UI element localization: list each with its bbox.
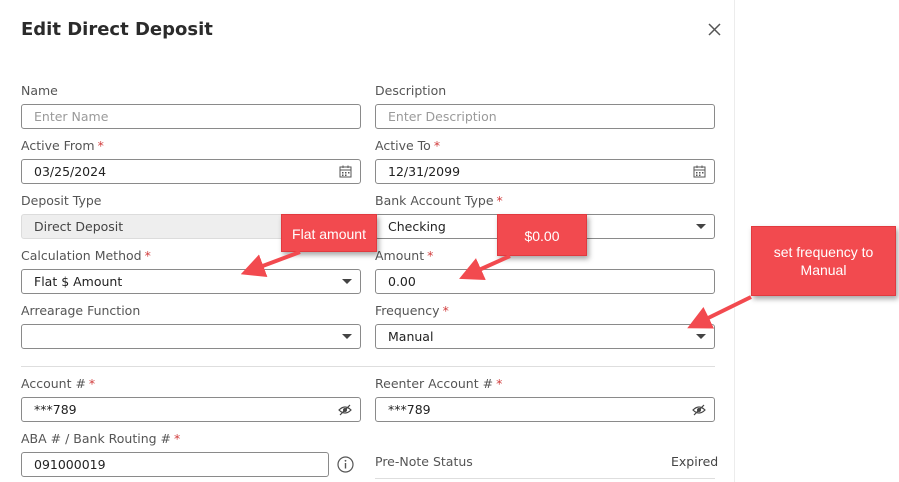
active-from-label: Active From * <box>21 138 104 153</box>
chevron-down-icon[interactable] <box>342 270 352 293</box>
description-input[interactable]: Enter Description <box>375 104 715 129</box>
calendar-icon[interactable] <box>339 160 352 183</box>
aba-routing-input[interactable]: 091000019 <box>21 452 329 477</box>
active-from-value: 03/25/2024 <box>34 164 107 179</box>
pre-note-status-label: Pre-Note Status <box>375 454 473 469</box>
annotation-frequency: set frequency to Manual <box>751 226 896 296</box>
pre-note-status-underline <box>375 478 715 479</box>
active-to-date-input[interactable]: 12/31/2099 <box>375 159 715 184</box>
dialog-title: Edit Direct Deposit <box>21 19 213 40</box>
reenter-account-number-label: Reenter Account # * <box>375 376 503 391</box>
aba-routing-label: ABA # / Bank Routing # * <box>21 431 181 446</box>
description-label: Description <box>375 83 447 98</box>
pre-note-status-value: Expired <box>671 454 719 469</box>
name-input[interactable]: Enter Name <box>21 104 361 129</box>
active-to-label: Active To * <box>375 138 441 153</box>
frequency-label: Frequency * <box>375 303 449 318</box>
account-number-label: Account # * <box>21 376 96 391</box>
account-number-value: ***789 <box>34 402 77 417</box>
reenter-account-number-input[interactable]: ***789 <box>375 397 715 422</box>
arrearage-function-select[interactable] <box>21 324 361 349</box>
active-to-value: 12/31/2099 <box>388 164 461 179</box>
eye-slash-icon[interactable] <box>338 398 352 421</box>
chevron-down-icon[interactable] <box>696 325 706 348</box>
frequency-value: Manual <box>388 329 434 344</box>
eye-slash-icon[interactable] <box>692 398 706 421</box>
arrearage-function-label: Arrearage Function <box>21 303 141 318</box>
bank-account-type-label: Bank Account Type * <box>375 193 503 208</box>
annotation-frequency-line1: set frequency to <box>773 244 874 260</box>
name-label: Name <box>21 83 58 98</box>
bank-account-type-value: Checking <box>388 219 446 234</box>
calculation-method-value: Flat $ Amount <box>34 274 123 289</box>
calculation-method-label: Calculation Method * <box>21 248 151 263</box>
section-divider <box>21 366 715 367</box>
amount-input[interactable]: 0.00 <box>375 269 715 294</box>
annotation-flat-amount: Flat amount <box>281 214 377 252</box>
annotation-frequency-line2: Manual <box>800 262 847 278</box>
chevron-down-icon[interactable] <box>342 325 352 348</box>
chevron-down-icon[interactable] <box>696 215 706 238</box>
frequency-select[interactable]: Manual <box>375 324 715 349</box>
calculation-method-select[interactable]: Flat $ Amount <box>21 269 361 294</box>
account-number-input[interactable]: ***789 <box>21 397 361 422</box>
info-icon[interactable] <box>337 456 354 473</box>
active-from-date-input[interactable]: 03/25/2024 <box>21 159 361 184</box>
close-icon[interactable] <box>705 20 725 40</box>
calendar-icon[interactable] <box>693 160 706 183</box>
reenter-account-number-value: ***789 <box>388 402 431 417</box>
annotation-amount-value: $0.00 <box>497 214 587 256</box>
amount-label: Amount * <box>375 248 434 263</box>
deposit-type-label: Deposit Type <box>21 193 102 208</box>
